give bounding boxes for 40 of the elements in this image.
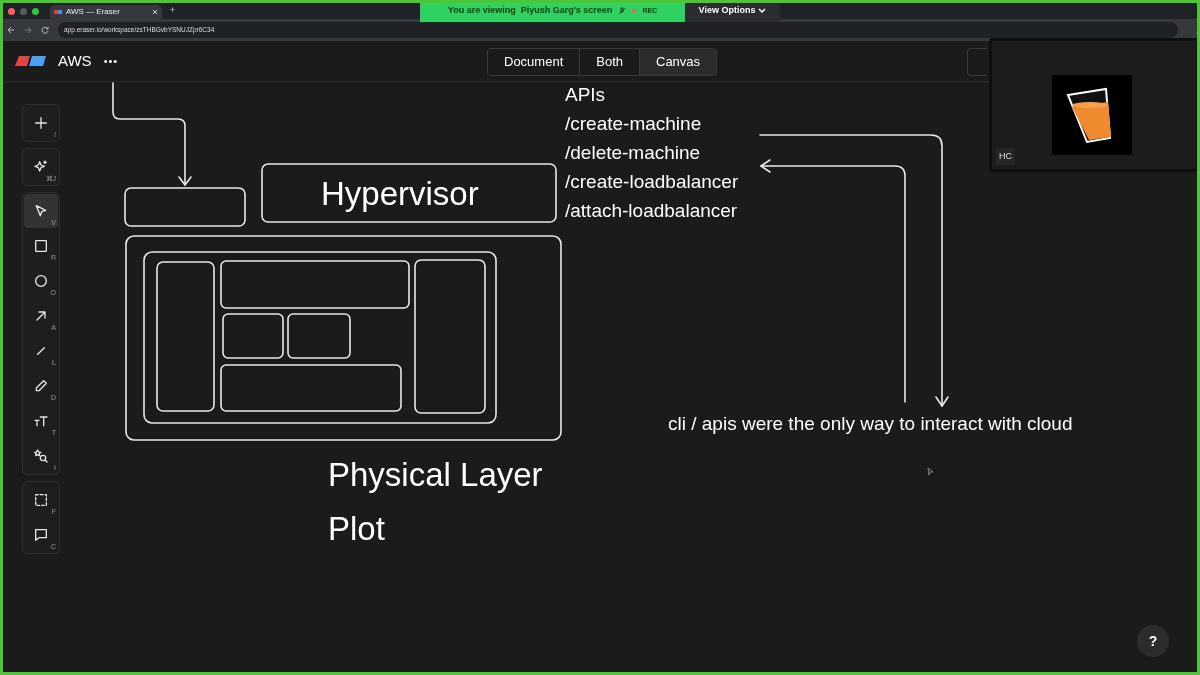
close-tab-icon[interactable] [152, 9, 158, 15]
canvas-text: Physical Layer [328, 455, 543, 495]
comment-icon [33, 527, 49, 543]
eraser-logo-icon [15, 56, 46, 66]
new-tab-button[interactable]: + [170, 4, 176, 18]
shapes-search-icon [33, 448, 49, 464]
canvas-text: cli / apis were the only way to interact with cloud [668, 412, 1073, 436]
square-icon [33, 238, 49, 254]
cursor-icon [927, 467, 934, 476]
view-mode-tab[interactable]: Canvas [639, 49, 717, 75]
muted-mic-icon [618, 6, 627, 16]
plus-icon [33, 115, 49, 131]
canvas-text: Plot [328, 509, 385, 549]
minimize-window-icon[interactable] [20, 7, 27, 15]
frame-icon [33, 492, 49, 508]
view-options-button[interactable]: View Options [685, 3, 780, 22]
canvas-text: APIs [565, 83, 607, 107]
circle-icon [33, 273, 49, 289]
canvas-text: /delete-machine [565, 141, 702, 165]
pencil-icon [33, 378, 49, 394]
forward-icon[interactable] [24, 26, 32, 34]
canvas-text: /attach-loadbalancer [565, 199, 739, 223]
browser-tab[interactable]: AWS — Eraser [50, 5, 162, 19]
text-size-icon [33, 413, 49, 429]
participant-initials: HC [996, 147, 1015, 165]
canvas-text: /create-machine [565, 112, 703, 136]
chevron-down-icon [758, 8, 767, 14]
banner-text: You are viewing Piyush Garg's screen [447, 4, 613, 18]
canvas-text: /create-loadbalancer [565, 170, 739, 194]
back-icon[interactable] [7, 26, 15, 34]
app-logo-icon [54, 10, 62, 14]
reload-icon[interactable] [41, 26, 49, 34]
help-button[interactable]: ? [1137, 625, 1169, 657]
more-menu-button[interactable]: ••• [103, 52, 119, 70]
maximize-window-icon[interactable] [32, 7, 39, 15]
sparkle-icon [33, 159, 49, 175]
canvas-text: Hypervisor [321, 174, 479, 214]
document-title: AWS [58, 50, 92, 71]
close-window-icon[interactable] [8, 7, 15, 15]
pointer-icon [33, 203, 49, 219]
